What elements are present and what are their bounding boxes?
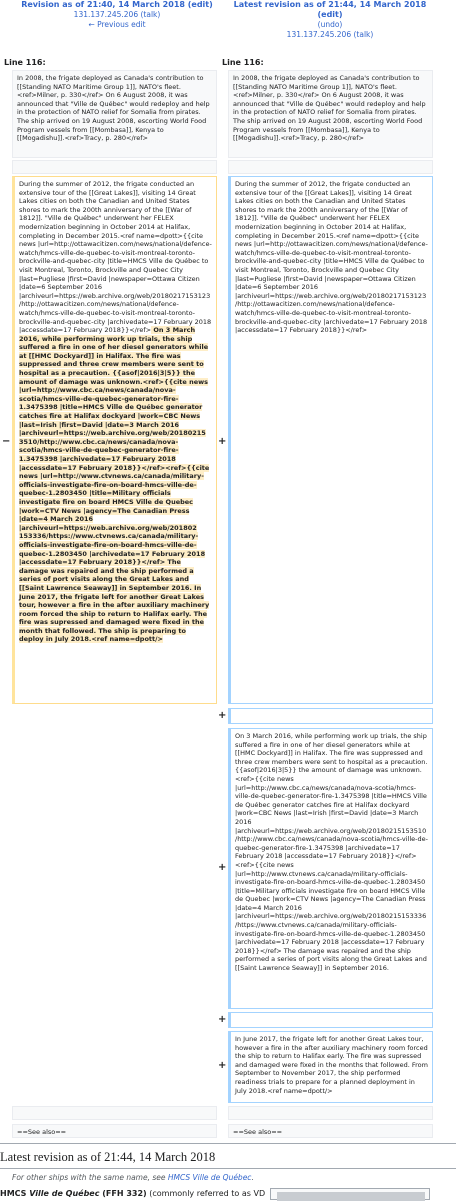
right-revision-title-row: Latest revision as of 21:44, 14 March 20… <box>225 0 435 20</box>
left-context-blank <box>12 160 217 174</box>
right-user-link[interactable]: 131.137.245.206 <box>287 30 351 39</box>
removed-changed-text: On 3 March 2016, while performing work u… <box>19 326 210 644</box>
added-paragraph-2: On 3 March 2016, while performing work u… <box>228 728 433 1009</box>
hatnote-disambiguation-link[interactable]: HMCS Ville de Québec <box>168 1173 252 1182</box>
left-user-link[interactable]: 131.137.245.206 <box>74 10 138 19</box>
hatnote: For other ships with the same name, see … <box>12 1173 254 1182</box>
left-see-also-context: ==See also== <box>12 1124 217 1138</box>
left-edit-link[interactable]: (edit) <box>188 0 213 9</box>
added-blank-line-1 <box>228 708 433 724</box>
added-marker-1: + <box>218 436 227 447</box>
lead-hull-number: (FFH 332) <box>99 1189 147 1198</box>
lead-bold-prefix: HMCS <box>0 1189 30 1198</box>
added-marker-blank-1: + <box>218 710 227 721</box>
right-revision-title-link[interactable]: Latest revision as of 21:44, 14 March 20… <box>234 0 427 9</box>
right-context-blank-2 <box>228 1106 433 1120</box>
added-blank-line-2 <box>228 1012 433 1028</box>
left-revision-header: Revision as of 21:40, 14 March 2018 (edi… <box>12 0 222 30</box>
added-marker-2: + <box>218 862 227 873</box>
added-paragraph-1: During the summer of 2012, the frigate c… <box>228 176 433 704</box>
added-paragraph-3: In June 2017, the frigate left for anoth… <box>228 1031 433 1103</box>
removed-paragraph: During the summer of 2012, the frigate c… <box>12 176 217 704</box>
right-see-also-context: ==See also== <box>228 1124 433 1138</box>
right-context-paragraph: In 2008, the frigate deployed as Canada'… <box>228 70 433 158</box>
left-talk-link[interactable]: (talk) <box>140 10 160 19</box>
right-line-number: Line 116: <box>222 58 264 67</box>
added-marker-blank-2: + <box>218 1014 227 1025</box>
left-line-number: Line 116: <box>4 58 46 67</box>
left-user-row: 131.137.245.206 (talk) <box>12 10 222 20</box>
hatnote-prefix: For other ships with the same name, see <box>12 1173 168 1182</box>
section-divider <box>0 1143 456 1144</box>
previous-edit-link[interactable]: ← Previous edit <box>88 20 145 29</box>
right-edit-link[interactable]: (edit) <box>317 10 342 19</box>
right-revision-header: Latest revision as of 21:44, 14 March 20… <box>225 0 435 40</box>
right-talk-link[interactable]: (talk) <box>353 30 373 39</box>
left-context-blank-2 <box>12 1106 217 1120</box>
hatnote-suffix: . <box>251 1173 254 1182</box>
left-context-paragraph: In 2008, the frigate deployed as Canada'… <box>12 70 217 158</box>
left-revision-title-link[interactable]: Revision as of 21:40, 14 March 2018 <box>21 0 185 9</box>
removed-unchanged-text: During the summer of 2012, the frigate c… <box>19 180 212 335</box>
lead-text: (commonly referred to as VDQ) is a <box>149 1189 265 1198</box>
undo-link[interactable]: (undo) <box>318 20 343 29</box>
right-context-blank <box>228 160 433 174</box>
article-lead: HMCS Ville de Québec (FFH 332) (commonly… <box>0 1189 265 1198</box>
lead-ship-name: Ville de Québec <box>29 1189 100 1198</box>
right-user-row: 131.137.245.206 (talk) <box>225 30 435 40</box>
added-marker-3: + <box>218 1060 227 1071</box>
heading-underline <box>0 1168 456 1169</box>
latest-revision-heading: Latest revision as of 21:44, 14 March 20… <box>0 1150 216 1164</box>
infobox <box>270 1188 430 1201</box>
left-revision-title-row: Revision as of 21:40, 14 March 2018 (edi… <box>12 0 222 10</box>
removed-marker: − <box>2 436 11 447</box>
